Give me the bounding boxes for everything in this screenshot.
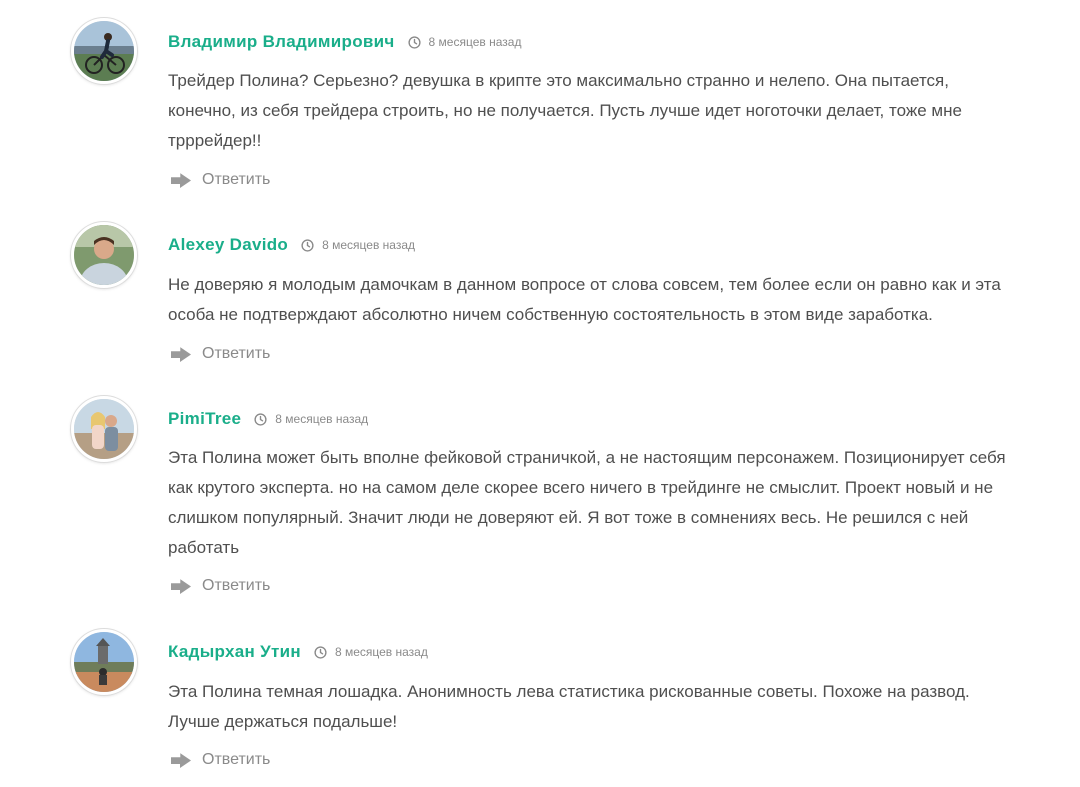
user-avatar: [71, 629, 137, 695]
comment-date[interactable]: 8 месяцев назад: [429, 35, 522, 49]
comment-date[interactable]: 8 месяцев назад: [322, 238, 415, 252]
reply-label: Ответить: [202, 577, 271, 594]
reply-arrow-icon: [170, 172, 192, 188]
clock-icon: [254, 412, 267, 426]
comment-author[interactable]: Владимир Владимирович: [168, 32, 395, 52]
man-portrait-avatar: [74, 225, 134, 285]
user-avatar: [71, 396, 137, 462]
comment-author[interactable]: Кадырхан Утин: [168, 642, 301, 662]
clock-icon: [407, 35, 421, 49]
reply-label: Ответить: [202, 171, 271, 188]
comment-text: Трейдер Полина? Серьезно? девушка в крип…: [168, 71, 962, 150]
reply-label: Ответить: [202, 751, 271, 768]
reply-arrow-icon: [170, 346, 192, 362]
reply-arrow-icon: [170, 578, 192, 594]
comment-text: Не доверяю я молодым дамочкам в данном в…: [168, 275, 1001, 324]
comment-meta: Alexey Davido 8 месяцев назад: [168, 234, 415, 256]
comment-meta: Владимир Владимирович 8 месяцев назад: [168, 31, 521, 53]
reply-arrow-icon: [170, 752, 192, 768]
reply-label: Ответить: [202, 345, 271, 362]
user-avatar: [71, 18, 137, 84]
comment-author[interactable]: PimiTree: [168, 409, 241, 429]
landscape-photo-avatar: [74, 632, 134, 692]
user-avatar: [71, 222, 137, 288]
reply-button[interactable]: Ответить: [170, 169, 270, 191]
comment-meta: Кадырхан Утин 8 месяцев назад: [168, 641, 428, 663]
reply-button[interactable]: Ответить: [170, 343, 270, 365]
clock-icon: [314, 645, 327, 659]
comment-date[interactable]: 8 месяцев назад: [275, 412, 368, 426]
comment-date[interactable]: 8 месяцев назад: [335, 645, 428, 659]
cyclist-photo-avatar: [74, 21, 134, 81]
comment-meta: PimiTree 8 месяцев назад: [168, 408, 368, 430]
comment-text: Эта Полина может быть вполне фейковой ст…: [168, 448, 1006, 557]
reply-button[interactable]: Ответить: [170, 749, 270, 771]
comment-author[interactable]: Alexey Davido: [168, 235, 288, 255]
comments-list: Владимир Владимирович 8 месяцев назад Тр…: [0, 0, 1080, 787]
clock-icon: [301, 238, 314, 252]
comment-text: Эта Полина темная лошадка. Анонимность л…: [168, 682, 970, 731]
reply-button[interactable]: Ответить: [170, 575, 270, 597]
couple-photo-avatar: [74, 399, 134, 459]
